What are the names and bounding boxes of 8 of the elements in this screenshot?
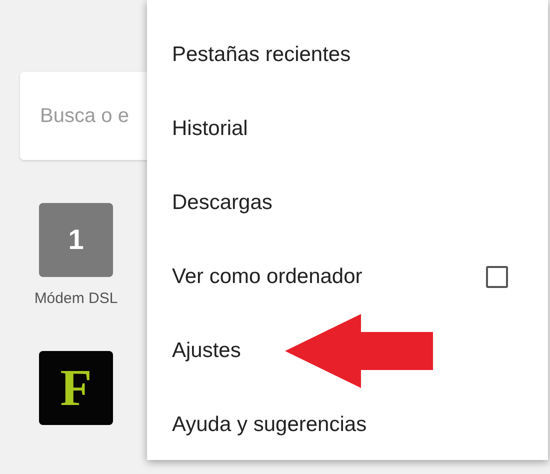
menu-item[interactable]: Descargas <box>147 166 548 240</box>
checkbox[interactable] <box>486 266 508 288</box>
menu-item[interactable]: Ajustes <box>147 314 548 388</box>
site-logo-tile[interactable]: F <box>39 351 113 425</box>
site-tile[interactable]: 1 <box>39 203 113 277</box>
tile-label: Módem DSL <box>34 290 118 307</box>
menu-item[interactable]: Ver como ordenador <box>147 240 548 314</box>
menu-item[interactable]: Ayuda y sugerencias <box>147 388 548 462</box>
